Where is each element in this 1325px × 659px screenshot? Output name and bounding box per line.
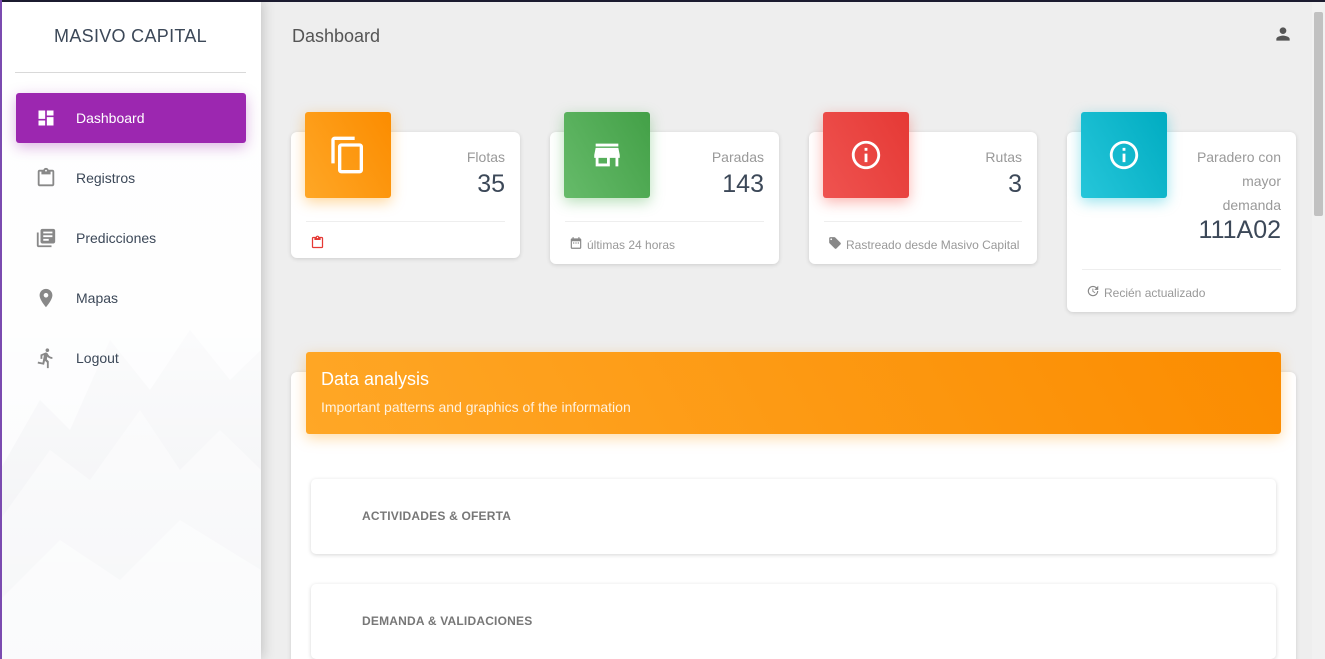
- stat-category: Paradero con mayor demanda: [1197, 145, 1281, 217]
- stat-category: Paradas: [711, 149, 764, 165]
- section-actividades-oferta[interactable]: ACTIVIDADES & OFERTA: [311, 479, 1276, 554]
- page-title[interactable]: Dashboard: [292, 26, 380, 47]
- calendar-icon: [569, 236, 587, 253]
- section-title: DEMANDA & VALIDACIONES: [362, 614, 533, 628]
- sidebar-item-label: Registros: [76, 170, 136, 186]
- stat-card-paradero: Paradero con mayor demanda 111A02 Recién…: [1067, 112, 1296, 312]
- dashboard-icon: [35, 107, 57, 129]
- stat-footer-text: Recién actualizado: [1104, 285, 1206, 300]
- library-books-icon: [35, 227, 57, 249]
- store-icon: [564, 112, 650, 198]
- data-analysis-title: Data analysis: [321, 369, 430, 389]
- stat-category-line: demanda: [1222, 197, 1281, 213]
- stat-value: 111A02: [1198, 216, 1281, 244]
- sidebar-item-label: Mapas: [76, 290, 119, 306]
- clipboard-icon: [35, 167, 57, 189]
- brand-title[interactable]: MASIVO CAPITAL: [0, 0, 261, 72]
- scrollbar-thumb[interactable]: [1314, 12, 1323, 216]
- window-top-edge: [0, 0, 1325, 2]
- copy-icon: [305, 112, 391, 198]
- stat-card-paradas: Paradas 143 últimas 24 horas: [550, 112, 779, 264]
- location-pin-icon: [35, 287, 57, 309]
- sidebar-nav: Dashboard Registros Predicciones Mapas L…: [0, 93, 261, 383]
- card-divider: [824, 221, 1022, 222]
- tag-icon: [828, 236, 846, 253]
- stat-card-rutas: Rutas 3 Rastreado desde Masivo Capital: [809, 112, 1037, 264]
- stat-footer-text: últimas 24 horas: [587, 237, 676, 252]
- stat-footer: [310, 235, 329, 253]
- stat-category: Rutas: [985, 149, 1022, 165]
- page-scrollbar[interactable]: [1312, 2, 1325, 659]
- data-analysis-header: Data analysis Important patterns and gra…: [306, 352, 1281, 434]
- sidebar-item-dashboard[interactable]: Dashboard: [16, 93, 246, 143]
- data-analysis-subtitle: Important patterns and graphics of the i…: [321, 399, 631, 415]
- sidebar-item-logout[interactable]: Logout: [16, 333, 246, 383]
- card-divider: [1082, 269, 1281, 270]
- sidebar-item-label: Logout: [76, 350, 119, 366]
- window-left-edge: [0, 0, 2, 659]
- info-icon: [1081, 112, 1167, 198]
- stat-category-line: mayor: [1242, 173, 1281, 189]
- stat-value: 143: [722, 170, 764, 198]
- sidebar-item-mapas[interactable]: Mapas: [16, 273, 246, 323]
- stat-footer-text: Rastreado desde Masivo Capital: [846, 237, 1020, 252]
- stat-footer: Rastreado desde Masivo Capital: [828, 236, 1019, 253]
- stat-category: Flotas: [466, 149, 505, 165]
- stat-card-flotas: Flotas 35: [291, 112, 520, 258]
- stat-category-line: Paradero con: [1196, 149, 1281, 165]
- sidebar: MASIVO CAPITAL Dashboard Registros Predi…: [0, 0, 261, 659]
- sidebar-item-registros[interactable]: Registros: [16, 153, 246, 203]
- sidebar-item-predicciones[interactable]: Predicciones: [16, 213, 246, 263]
- stat-value: 3: [1008, 170, 1022, 198]
- section-title: ACTIVIDADES & OFERTA: [362, 509, 512, 523]
- person-icon[interactable]: [1273, 24, 1295, 46]
- card-divider: [565, 221, 764, 222]
- sidebar-item-label: Dashboard: [76, 110, 145, 126]
- stat-footer: últimas 24 horas: [569, 236, 675, 253]
- sidebar-item-label: Predicciones: [76, 230, 157, 246]
- card-divider: [306, 221, 505, 222]
- update-icon: [1086, 284, 1104, 301]
- section-demanda-validaciones[interactable]: DEMANDA & VALIDACIONES: [311, 584, 1276, 659]
- running-person-icon: [35, 347, 57, 369]
- stat-footer: Recién actualizado: [1086, 284, 1205, 301]
- info-icon: [823, 112, 909, 198]
- clipboard-icon: [310, 235, 329, 253]
- brand-divider: [15, 72, 246, 73]
- stat-value: 35: [477, 170, 505, 198]
- top-navbar: Dashboard: [261, 0, 1325, 72]
